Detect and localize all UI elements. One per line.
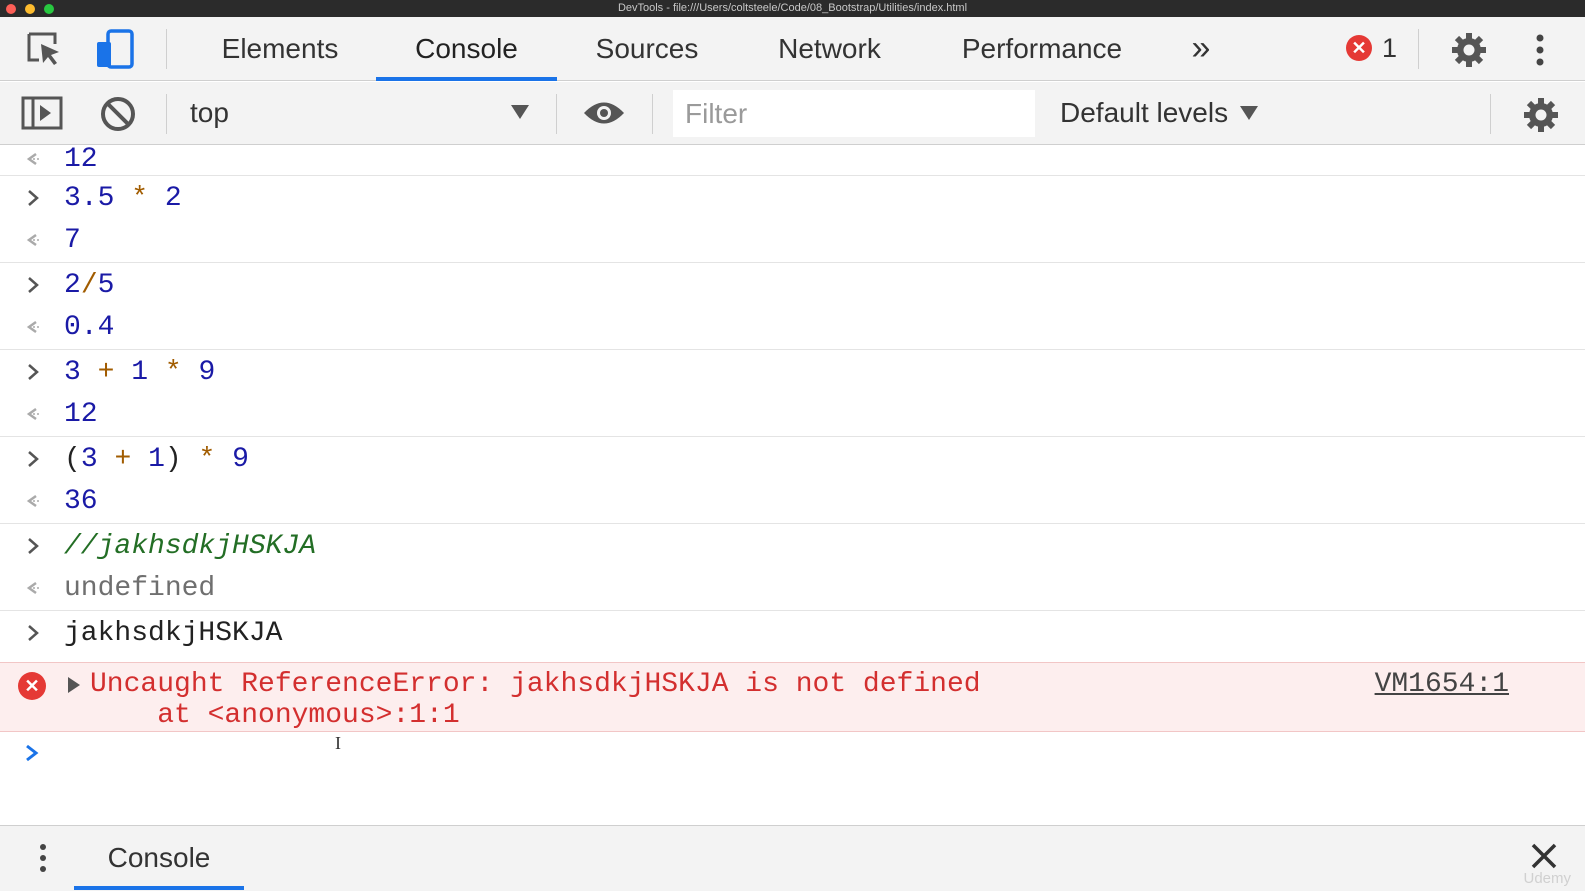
- error-count: 1: [1382, 32, 1398, 63]
- log-entry: //jakhsdkjHSKJA undefined: [0, 524, 1585, 611]
- result-line: 12: [0, 146, 1585, 179]
- result-value: 12: [64, 398, 98, 430]
- result-arrow-icon: [22, 220, 44, 260]
- error-stack: at <anonymous>:1:1: [90, 700, 460, 731]
- input-chevron-icon: [22, 439, 44, 479]
- error-counter-button[interactable]: ✕ 1: [1346, 31, 1397, 65]
- console-toolbar: top Default levels: [0, 82, 1585, 145]
- result-value: undefined: [64, 572, 216, 604]
- toolbar-divider: [556, 94, 557, 134]
- toolbar-divider: [1490, 94, 1491, 134]
- tab-performance[interactable]: Performance: [936, 17, 1148, 80]
- toolbar-divider: [652, 94, 653, 134]
- log-entry: 2/5 0.4: [0, 263, 1585, 350]
- input-line: jakhsdkjHSKJA: [0, 613, 1585, 653]
- result-value: 12: [64, 146, 98, 175]
- expand-triangle-icon[interactable]: [68, 677, 80, 693]
- window-title: DevTools - file:///Users/coltsteele/Code…: [617, 2, 968, 14]
- input-code: 3 + 1 * 9: [64, 356, 216, 388]
- input-code: (3 + 1) * 9: [64, 443, 249, 475]
- error-icon: ✕: [1346, 35, 1372, 61]
- input-chevron-icon: [22, 526, 44, 566]
- input-chevron-icon: [22, 352, 44, 392]
- console-log[interactable]: 12 3.5 * 2 7 2/5 0.4 3 + 1 * 9 12 (3 + 1…: [0, 146, 1585, 825]
- drawer-menu-icon[interactable]: [33, 840, 53, 876]
- tab-sources[interactable]: Sources: [572, 17, 722, 80]
- input-code: //jakhsdkjHSKJA: [64, 530, 317, 562]
- error-text: Uncaught ReferenceError: jakhsdkjHSKJA i…: [90, 669, 981, 731]
- error-source-link[interactable]: VM1654:1: [1375, 669, 1509, 700]
- tab-console[interactable]: Console: [376, 17, 557, 80]
- context-selector[interactable]: top: [190, 95, 530, 131]
- input-chevron-icon: [22, 613, 44, 653]
- result-arrow-icon: [22, 394, 44, 434]
- result-arrow-icon: [22, 481, 44, 521]
- tab-elements[interactable]: Elements: [200, 17, 360, 80]
- toolbar-divider: [1418, 29, 1419, 69]
- result-line: undefined: [0, 568, 1585, 608]
- console-settings-gear-icon[interactable]: [1520, 94, 1562, 136]
- log-entry: 3 + 1 * 9 12: [0, 350, 1585, 437]
- result-line: 0.4: [0, 307, 1585, 347]
- input-chevron-icon: [22, 265, 44, 305]
- chevron-down-icon[interactable]: [511, 105, 529, 119]
- live-expression-eye-icon[interactable]: [580, 96, 628, 130]
- gear-icon[interactable]: [1448, 29, 1490, 71]
- console-prompt[interactable]: I: [0, 733, 1585, 783]
- input-line: 3 + 1 * 9: [0, 352, 1585, 392]
- chevron-down-icon: [1240, 106, 1259, 120]
- window-titlebar: DevTools - file:///Users/coltsteele/Code…: [0, 0, 1585, 17]
- log-entry: (3 + 1) * 9 36: [0, 437, 1585, 524]
- log-entry: jakhsdkjHSKJA: [0, 611, 1585, 662]
- toolbar-divider: [166, 29, 167, 69]
- watermark-logo: Udemy: [1523, 870, 1571, 887]
- error-message-row: ✕ Uncaught ReferenceError: jakhsdkjHSKJA…: [0, 662, 1585, 732]
- log-levels-dropdown[interactable]: Default levels: [1060, 95, 1259, 131]
- result-arrow-icon: [22, 146, 44, 179]
- result-arrow-icon: [22, 307, 44, 347]
- device-toolbar-icon[interactable]: [93, 27, 137, 71]
- more-tabs-button[interactable]: »: [1180, 17, 1222, 80]
- input-chevron-icon: [22, 178, 44, 218]
- result-arrow-icon: [22, 568, 44, 608]
- input-code: 3.5 * 2: [64, 182, 182, 214]
- result-line: 12: [0, 394, 1585, 434]
- result-line: 36: [0, 481, 1585, 521]
- log-entry: 12: [0, 146, 1585, 176]
- drawer-tab-indicator: [74, 886, 244, 890]
- sidebar-toggle-icon[interactable]: [20, 94, 64, 132]
- inspect-element-icon[interactable]: [24, 29, 64, 69]
- toolbar-divider: [166, 94, 167, 134]
- tab-network[interactable]: Network: [752, 17, 907, 80]
- filter-input[interactable]: [673, 90, 1035, 137]
- error-icon: ✕: [18, 672, 46, 700]
- prompt-chevron-icon: [22, 743, 42, 768]
- input-line: (3 + 1) * 9: [0, 439, 1585, 479]
- input-code: jakhsdkjHSKJA: [64, 617, 283, 649]
- drawer-tab-console[interactable]: Console: [74, 826, 244, 889]
- devtools-main-toolbar: Elements Console Sources Network Perform…: [0, 17, 1585, 81]
- input-line: //jakhsdkjHSKJA: [0, 526, 1585, 566]
- input-line: 3.5 * 2: [0, 178, 1585, 218]
- result-value: 36: [64, 485, 98, 517]
- error-message: Uncaught ReferenceError: jakhsdkjHSKJA i…: [90, 669, 981, 700]
- result-value: 7: [64, 224, 81, 256]
- input-line: 2/5: [0, 265, 1585, 305]
- clear-console-icon[interactable]: [98, 94, 138, 134]
- log-entry: 3.5 * 2 7: [0, 176, 1585, 263]
- kebab-menu-icon[interactable]: [1530, 29, 1550, 71]
- drawer-bar: Console Udemy: [0, 825, 1585, 891]
- log-levels-label: Default levels: [1060, 97, 1229, 128]
- result-line: 7: [0, 220, 1585, 260]
- active-tab-indicator: [376, 77, 557, 81]
- result-value: 0.4: [64, 311, 115, 343]
- input-code: 2/5: [64, 269, 115, 301]
- text-cursor-icon: I: [335, 733, 341, 753]
